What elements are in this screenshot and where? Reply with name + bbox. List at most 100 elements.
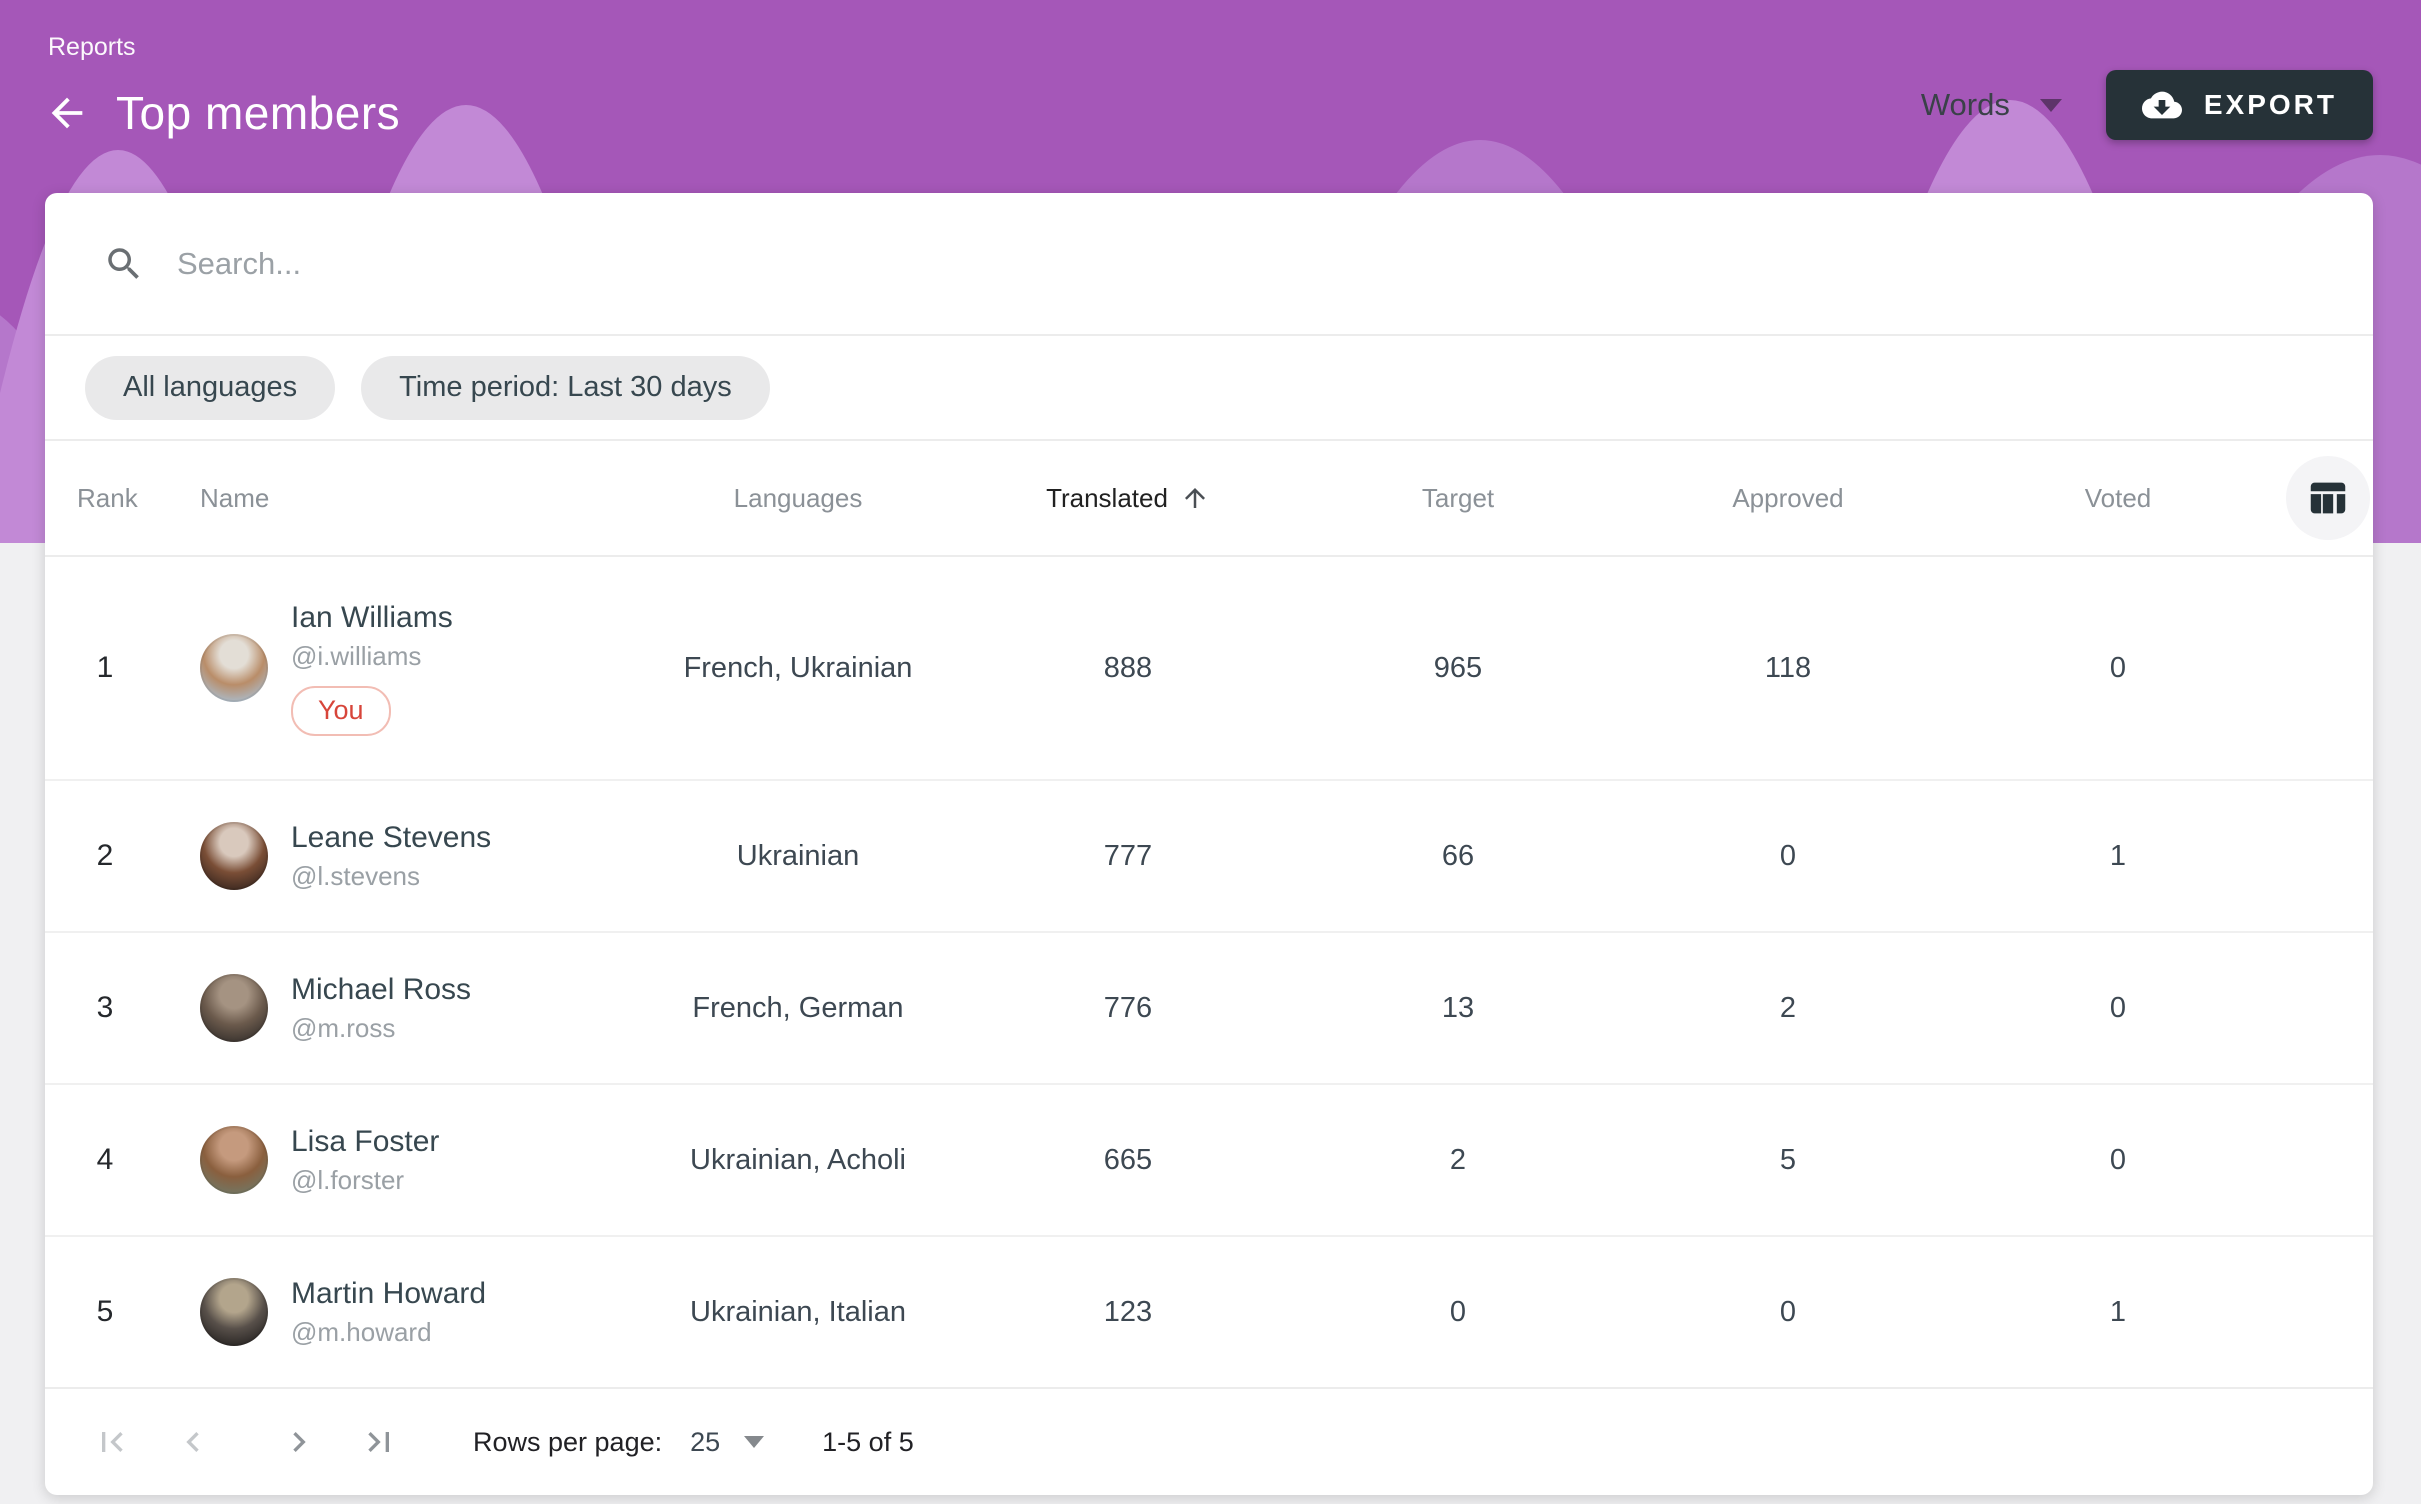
unit-dropdown-value: Words xyxy=(1921,87,2010,123)
member-username: @i.williams xyxy=(291,641,421,672)
target-cell: 0 xyxy=(1293,1296,1623,1329)
first-page-icon xyxy=(92,1422,132,1462)
next-page-button[interactable] xyxy=(279,1422,319,1462)
chevron-right-icon xyxy=(279,1422,319,1462)
translated-cell: 776 xyxy=(963,992,1293,1025)
approved-cell: 5 xyxy=(1623,1144,1953,1177)
table-row[interactable]: 5 Martin Howard @m.howard Ukrainian, Ita… xyxy=(45,1237,2373,1389)
member-name[interactable]: Michael Ross xyxy=(291,973,471,1007)
rank-cell: 3 xyxy=(45,991,165,1025)
rows-per-page-label: Rows per page: xyxy=(473,1427,662,1458)
breadcrumb[interactable]: Reports xyxy=(48,33,136,62)
cloud-download-icon xyxy=(2142,85,2182,125)
voted-cell: 0 xyxy=(1953,1144,2283,1177)
member-username: @m.howard xyxy=(291,1317,432,1348)
table-body: 1 Ian Williams @i.williams You French, U… xyxy=(45,557,2373,1389)
avatar xyxy=(200,1126,268,1194)
you-badge: You xyxy=(291,686,391,736)
search-bar xyxy=(45,193,2373,336)
column-header-languages[interactable]: Languages xyxy=(633,483,963,514)
filter-chips-row: All languages Time period: Last 30 days xyxy=(45,336,2373,441)
filter-chip[interactable]: All languages xyxy=(85,356,335,420)
target-cell: 13 xyxy=(1293,992,1623,1025)
name-cell: Michael Ross @m.ross xyxy=(165,947,633,1070)
translated-cell: 123 xyxy=(963,1296,1293,1329)
translated-cell: 777 xyxy=(963,840,1293,873)
member-name[interactable]: Leane Stevens xyxy=(291,821,491,855)
back-arrow-icon xyxy=(44,90,90,136)
export-button[interactable]: EXPORT xyxy=(2106,70,2373,140)
rows-per-page-value[interactable]: 25 xyxy=(690,1427,720,1458)
export-label: EXPORT xyxy=(2204,89,2337,121)
first-page-button[interactable] xyxy=(92,1422,132,1462)
filter-chip[interactable]: Time period: Last 30 days xyxy=(361,356,770,420)
column-settings-button[interactable] xyxy=(2286,456,2370,540)
member-username: @l.forster xyxy=(291,1165,404,1196)
target-cell: 965 xyxy=(1293,652,1623,685)
approved-cell: 0 xyxy=(1623,1296,1953,1329)
table-row[interactable]: 2 Leane Stevens @l.stevens Ukrainian 777… xyxy=(45,781,2373,933)
table-header: Rank Name Languages Translated Target Ap… xyxy=(45,441,2373,557)
member-username: @l.stevens xyxy=(291,861,420,892)
name-cell: Lisa Foster @l.forster xyxy=(165,1099,633,1222)
rows-per-page-caret-icon[interactable] xyxy=(744,1436,764,1448)
name-cell: Martin Howard @m.howard xyxy=(165,1251,633,1374)
page-title: Top members xyxy=(116,86,400,140)
top-actions: Words EXPORT xyxy=(1921,70,2373,140)
column-header-voted[interactable]: Voted xyxy=(1953,483,2283,514)
approved-cell: 2 xyxy=(1623,992,1953,1025)
target-cell: 66 xyxy=(1293,840,1623,873)
search-input[interactable] xyxy=(175,245,2313,283)
member-name[interactable]: Lisa Foster xyxy=(291,1125,439,1159)
table-row[interactable]: 4 Lisa Foster @l.forster Ukrainian, Acho… xyxy=(45,1085,2373,1237)
voted-cell: 1 xyxy=(1953,840,2283,873)
pagination-range: 1-5 of 5 xyxy=(822,1427,914,1458)
table-columns-icon xyxy=(2305,475,2351,521)
unit-dropdown[interactable]: Words xyxy=(1921,87,2062,123)
languages-cell: French, Ukrainian xyxy=(633,652,963,685)
avatar xyxy=(200,634,268,702)
pagination: Rows per page: 25 1-5 of 5 xyxy=(45,1389,2373,1495)
page: Reports Top members Words EXPORT All lan… xyxy=(0,0,2421,1504)
back-button[interactable] xyxy=(44,90,90,136)
approved-cell: 0 xyxy=(1623,840,1953,873)
title-row: Top members xyxy=(44,86,400,140)
report-card: All languages Time period: Last 30 days R… xyxy=(45,193,2373,1495)
target-cell: 2 xyxy=(1293,1144,1623,1177)
column-header-target[interactable]: Target xyxy=(1293,483,1623,514)
table-row[interactable]: 1 Ian Williams @i.williams You French, U… xyxy=(45,557,2373,781)
name-cell: Leane Stevens @l.stevens xyxy=(165,795,633,918)
avatar xyxy=(200,974,268,1042)
languages-cell: French, German xyxy=(633,992,963,1025)
column-header-name[interactable]: Name xyxy=(165,483,633,514)
rank-cell: 4 xyxy=(45,1143,165,1177)
chevron-down-icon xyxy=(2040,99,2062,112)
search-icon xyxy=(103,243,145,285)
table-row[interactable]: 3 Michael Ross @m.ross French, German 77… xyxy=(45,933,2373,1085)
column-header-rank[interactable]: Rank xyxy=(45,483,165,514)
translated-cell: 665 xyxy=(963,1144,1293,1177)
approved-cell: 118 xyxy=(1623,652,1953,685)
member-name[interactable]: Ian Williams xyxy=(291,601,453,635)
rank-cell: 5 xyxy=(45,1295,165,1329)
last-page-button[interactable] xyxy=(359,1422,399,1462)
column-header-approved[interactable]: Approved xyxy=(1623,483,1953,514)
rank-cell: 2 xyxy=(45,839,165,873)
voted-cell: 1 xyxy=(1953,1296,2283,1329)
column-header-translated[interactable]: Translated xyxy=(963,483,1293,514)
avatar xyxy=(200,1278,268,1346)
avatar xyxy=(200,822,268,890)
voted-cell: 0 xyxy=(1953,992,2283,1025)
languages-cell: Ukrainian, Italian xyxy=(633,1296,963,1329)
voted-cell: 0 xyxy=(1953,652,2283,685)
languages-cell: Ukrainian, Acholi xyxy=(633,1144,963,1177)
member-username: @m.ross xyxy=(291,1013,395,1044)
member-name[interactable]: Martin Howard xyxy=(291,1277,486,1311)
languages-cell: Ukrainian xyxy=(633,840,963,873)
name-cell: Ian Williams @i.williams You xyxy=(165,575,633,762)
sort-ascending-icon xyxy=(1180,483,1210,513)
rank-cell: 1 xyxy=(45,651,165,685)
last-page-icon xyxy=(359,1422,399,1462)
previous-page-button[interactable] xyxy=(173,1422,213,1462)
chevron-left-icon xyxy=(173,1422,213,1462)
